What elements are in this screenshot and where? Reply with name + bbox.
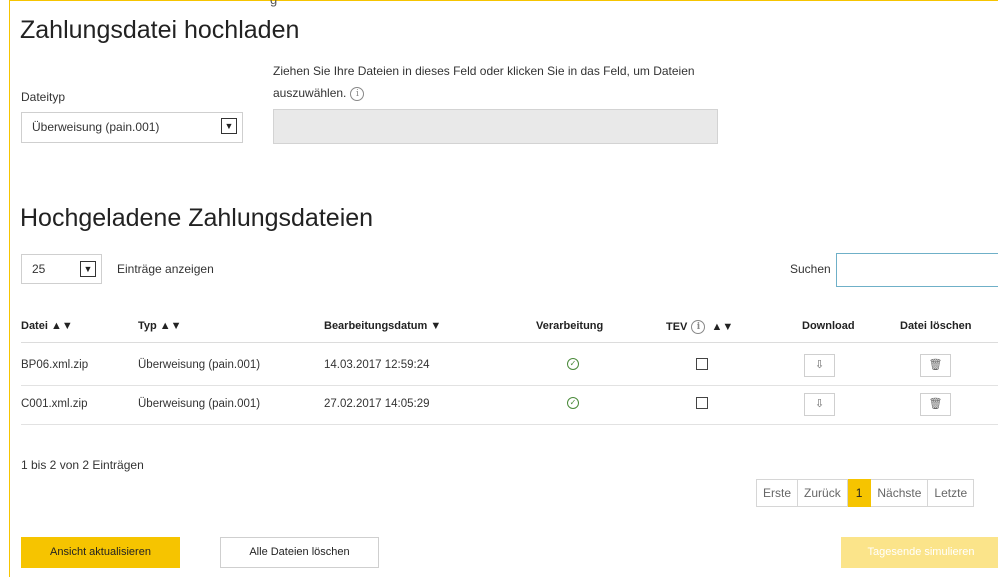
chevron-down-icon[interactable]: ▼ xyxy=(80,261,96,277)
tev-checkbox[interactable] xyxy=(696,358,708,370)
file-name: C001.xml.zip xyxy=(21,398,88,410)
file-type-value: Überweisung (pain.001) xyxy=(32,120,160,134)
chevron-down-icon[interactable]: ▼ xyxy=(221,118,237,134)
pagination: Erste Zurück 1 Nächste Letzte xyxy=(756,479,975,507)
search-label: Suchen xyxy=(790,262,831,276)
trash-icon: 🗑 xyxy=(928,359,943,371)
uploaded-files-title: Hochgeladene Zahlungsdateien xyxy=(20,204,374,232)
table-header: Datei ▲▼ Typ ▲▼ Bearbeitungsdatum ▼ Vera… xyxy=(21,312,998,343)
column-header-delete: Datei löschen xyxy=(900,320,972,332)
download-button[interactable]: ⇩ xyxy=(804,354,835,377)
processing-date: 14.03.2017 12:59:24 xyxy=(324,359,430,371)
download-button[interactable]: ⇩ xyxy=(804,393,835,416)
download-icon: ⇩ xyxy=(814,359,825,371)
file-drop-zone[interactable] xyxy=(273,109,718,144)
pagination-next[interactable]: Nächste xyxy=(871,479,929,507)
search-input[interactable] xyxy=(836,253,998,287)
file-type-label: Dateityp xyxy=(21,90,66,104)
table-summary: 1 bis 2 von 2 Einträgen xyxy=(21,458,144,472)
pagination-prev[interactable]: Zurück xyxy=(798,479,848,507)
delete-all-files-button[interactable]: Alle Dateien löschen xyxy=(220,537,379,568)
tev-label: TEV xyxy=(666,321,688,333)
delete-file-button[interactable]: 🗑 xyxy=(920,354,951,377)
file-type-select[interactable]: Überweisung (pain.001) ▼ xyxy=(21,112,243,143)
tev-checkbox[interactable] xyxy=(696,397,708,409)
drop-hint: Ziehen Sie Ihre Dateien in dieses Feld o… xyxy=(273,60,743,104)
refresh-view-button[interactable]: Ansicht aktualisieren xyxy=(21,537,180,568)
delete-file-button[interactable]: 🗑 xyxy=(920,393,951,416)
file-type: Überweisung (pain.001) xyxy=(138,359,261,371)
check-circle-icon: ✓ xyxy=(567,397,579,409)
column-header-date[interactable]: Bearbeitungsdatum ▼ xyxy=(324,320,441,332)
cut-off-text: g xyxy=(270,0,277,7)
file-name: BP06.xml.zip xyxy=(21,359,89,371)
column-header-download: Download xyxy=(802,320,855,332)
entries-label: Einträge anzeigen xyxy=(117,262,214,276)
page-size-select[interactable]: 25 ▼ xyxy=(21,254,102,284)
check-circle-icon: ✓ xyxy=(567,358,579,370)
column-header-type[interactable]: Typ ▲▼ xyxy=(138,320,182,332)
info-icon[interactable]: i xyxy=(691,320,706,334)
page-size-value: 25 xyxy=(32,262,46,276)
upload-title: Zahlungsdatei hochladen xyxy=(20,16,300,44)
trash-icon: 🗑 xyxy=(928,398,943,410)
info-icon[interactable]: i xyxy=(350,87,365,101)
simulate-end-of-day-button[interactable]: Tagesende simulieren xyxy=(841,537,998,568)
column-header-tev[interactable]: TEV i ▲▼ xyxy=(666,320,733,334)
pagination-first[interactable]: Erste xyxy=(756,479,799,507)
download-icon: ⇩ xyxy=(814,398,825,410)
column-header-processing: Verarbeitung xyxy=(536,320,604,332)
processing-date: 27.02.2017 14:05:29 xyxy=(324,398,430,410)
tev-sort-arrows: ▲▼ xyxy=(711,321,734,333)
drop-hint-text: Ziehen Sie Ihre Dateien in dieses Feld o… xyxy=(273,64,695,100)
column-header-file[interactable]: Datei ▲▼ xyxy=(21,320,73,332)
table-row: C001.xml.zip Überweisung (pain.001) 27.0… xyxy=(21,386,998,425)
file-type: Überweisung (pain.001) xyxy=(138,398,261,410)
pagination-last[interactable]: Letzte xyxy=(928,479,975,507)
pagination-current[interactable]: 1 xyxy=(847,479,872,507)
table-row: BP06.xml.zip Überweisung (pain.001) 14.0… xyxy=(21,347,998,386)
